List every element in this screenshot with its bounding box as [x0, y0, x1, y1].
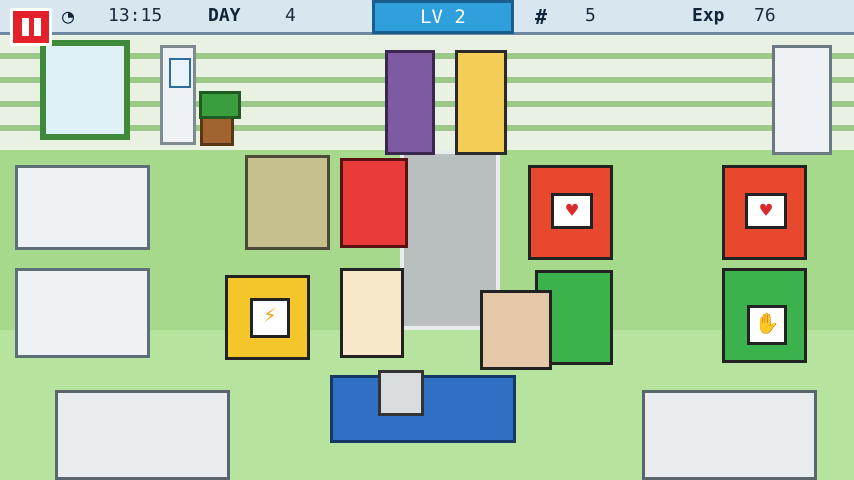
day-value: 4 [285, 5, 296, 26]
hospital-bed-1[interactable] [15, 165, 150, 250]
pause-icon [22, 18, 29, 36]
clock-icon: ◔ [62, 4, 75, 28]
lightning-icon: ⚡ [250, 298, 290, 338]
pause-icon [34, 18, 41, 36]
reception-desk[interactable] [330, 370, 516, 443]
medicine-cabinet-left[interactable] [55, 390, 230, 480]
entrance-door [40, 40, 130, 140]
hash-money-icon: # [535, 5, 548, 29]
pause-button[interactable] [10, 8, 52, 46]
exp-label: Exp [692, 5, 725, 26]
doctor-character[interactable] [340, 268, 404, 358]
patient-character-1[interactable] [385, 50, 435, 155]
green-machine-2[interactable]: ✋ [722, 268, 807, 363]
hospital-bed-2[interactable] [15, 268, 150, 358]
heart-machine-2[interactable]: ♥ [722, 165, 807, 260]
medicine-cabinet-right[interactable] [642, 390, 817, 480]
heart-icon: ♥ [745, 193, 787, 229]
patient-character-2[interactable] [455, 50, 507, 155]
money-value: 5 [585, 5, 596, 26]
hand-icon: ✋ [747, 305, 787, 345]
time-display: 13:15 [108, 5, 163, 26]
iv-stand [160, 45, 196, 145]
nurse-character[interactable] [340, 158, 408, 248]
day-label: DAY [208, 5, 241, 26]
heart-icon: ♥ [551, 193, 593, 229]
lightning-machine[interactable]: ⚡ [225, 275, 310, 360]
level-badge: LV 2 [372, 0, 514, 34]
potted-plant [199, 91, 241, 146]
weight-scale[interactable] [772, 45, 832, 155]
patient-character-3[interactable] [480, 290, 552, 370]
heart-machine-1[interactable]: ♥ [528, 165, 613, 260]
wheelchair[interactable] [245, 155, 330, 250]
exp-value: 76 [754, 5, 776, 26]
